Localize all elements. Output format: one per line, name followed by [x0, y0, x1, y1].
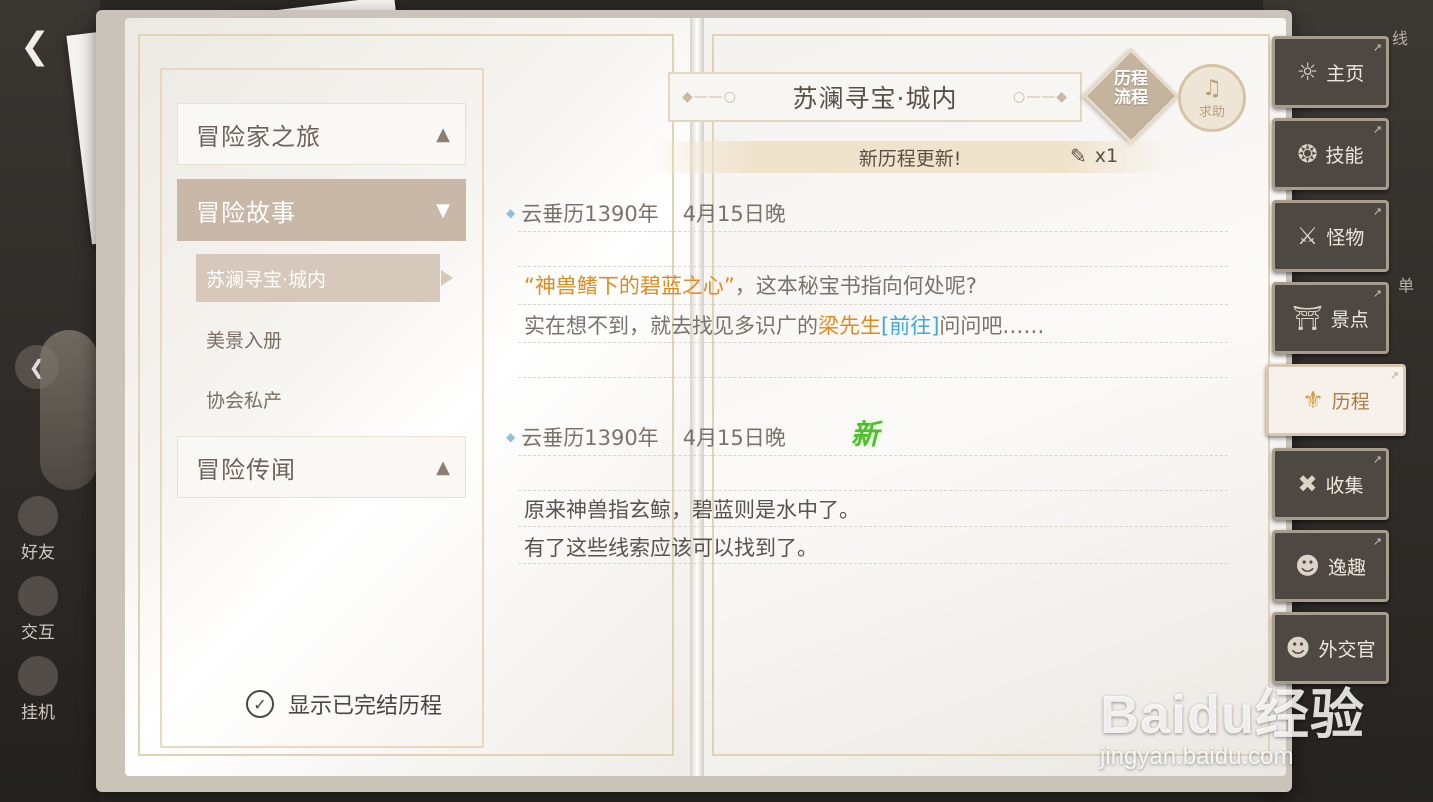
skill-icon: ❂ [1297, 140, 1318, 168]
idle-icon [18, 656, 58, 696]
scenery-icon: ⛩ [1292, 304, 1323, 332]
checkmark-icon: ✓ [246, 690, 274, 718]
journey-icon: ⚜ [1302, 386, 1324, 414]
collection-icon: ✖ [1297, 470, 1318, 498]
idle-button[interactable]: 挂机 [8, 656, 68, 723]
friends-button[interactable]: 好友 [8, 496, 68, 563]
right-page [700, 18, 1286, 776]
chevron-up-icon: ▲ [436, 123, 451, 145]
friends-icon [18, 496, 58, 536]
leisure-icon: ☻ [1294, 552, 1320, 580]
divider [518, 490, 1228, 491]
diamond-bullet-icon: ◆ [506, 430, 516, 444]
diplomat-icon: ☻ [1285, 634, 1311, 662]
story-item-scenery[interactable]: 美景入册 [196, 315, 440, 363]
tab-home[interactable]: ↗ ☼ 主页 [1272, 36, 1389, 108]
divider [518, 377, 1228, 378]
tab-journey[interactable]: ↗ ⚜ 历程 [1266, 364, 1406, 436]
chevron-up-icon: ▲ [436, 456, 451, 478]
selection-pointer [441, 270, 453, 286]
ornament-icon: ◆——○ [682, 89, 737, 105]
tab-skill[interactable]: ↗ ❂ 技能 [1272, 118, 1389, 190]
edge-label: 单 [1398, 276, 1415, 295]
divider [518, 266, 1228, 267]
tab-collection[interactable]: ↗ ✖ 收集 [1272, 448, 1389, 520]
divider [518, 526, 1228, 527]
tab-scenery[interactable]: ↗ ⛩ 景点 [1272, 282, 1389, 354]
tab-monster[interactable]: ↗ ⚔ 怪物 [1272, 200, 1389, 272]
back-arrow-icon: ❮ [19, 25, 51, 67]
help-speaker-icon: ♫ [1202, 75, 1222, 101]
divider [518, 563, 1228, 564]
update-counter: ✎ x1 [1070, 144, 1119, 168]
page-title: ◆——○ 苏澜寻宝·城内 ○——◆ [668, 72, 1082, 122]
journey-flow-label[interactable]: 历程 流程 [1097, 70, 1165, 108]
entry-text-line: 实在想不到，就去找见多识广的梁先生[前往]问问吧…… [524, 314, 1045, 338]
entry-text-line: 有了这些线索应该可以找到了。 [524, 536, 818, 560]
back-button[interactable]: ❮ [8, 24, 62, 68]
divider [518, 455, 1228, 456]
diamond-bullet-icon: ◆ [506, 206, 516, 220]
category-adventurer-journey[interactable]: 冒险家之旅 ▲ [177, 103, 466, 165]
new-badge: 新 [850, 418, 879, 451]
entry-date: ◆ 云垂历1390年 4月15日晚 [506, 202, 786, 226]
interact-icon [18, 576, 58, 616]
divider [518, 342, 1228, 343]
interact-button[interactable]: 交互 [8, 576, 68, 643]
ornament-icon: ○——◆ [1013, 89, 1068, 105]
help-button[interactable]: ♫ 求助 [1178, 64, 1246, 132]
story-item-guild-property[interactable]: 协会私产 [196, 375, 440, 423]
edge-label: 线 [1392, 29, 1409, 48]
book-ring-decoration [40, 330, 98, 490]
home-icon: ☼ [1296, 58, 1319, 86]
tab-leisure[interactable]: ↗ ☻ 逸趣 [1272, 530, 1389, 602]
npc-name: 梁先生 [818, 314, 881, 338]
divider [518, 231, 1228, 232]
watermark: Baidu经验 jingyan.baidu.com [1100, 685, 1366, 770]
goto-link[interactable]: [前往] [881, 314, 939, 338]
monster-icon: ⚔ [1296, 222, 1319, 250]
entry-text-line: “神兽鳍下的碧蓝之心”，这本秘宝书指向何处呢? [524, 274, 977, 298]
show-completed-toggle[interactable]: ✓ 显示已完结历程 [246, 688, 442, 720]
chevron-down-icon: ▼ [436, 199, 451, 221]
divider [518, 304, 1228, 305]
category-adventure-rumor[interactable]: 冒险传闻 ▲ [177, 436, 466, 498]
pencil-note-icon: ✎ [1070, 144, 1087, 168]
category-adventure-story[interactable]: 冒险故事 ▼ [177, 179, 466, 241]
book-spine [690, 18, 704, 776]
entry-date: ◆ 云垂历1390年 4月15日晚 [506, 426, 786, 450]
entry-text-line: 原来神兽指玄鲸，碧蓝则是水中了。 [524, 498, 860, 522]
story-item-sulan-treasure[interactable]: 苏澜寻宝·城内 [196, 254, 440, 302]
